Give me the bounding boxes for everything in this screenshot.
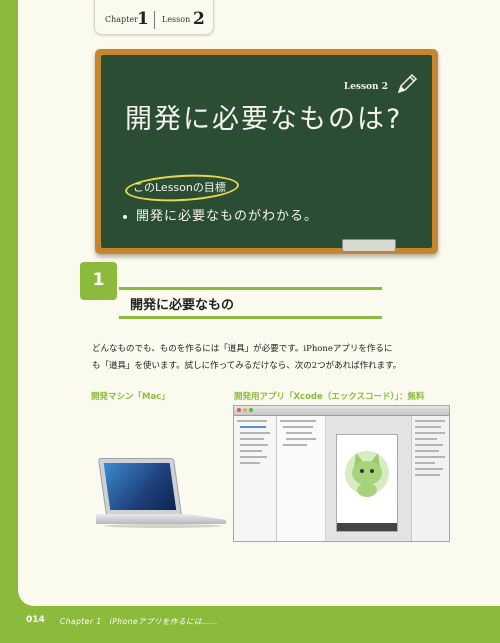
xcode-document-outline (277, 416, 326, 541)
section-title: 開発に必要なもの (130, 298, 235, 313)
chalk-eraser (342, 239, 396, 252)
page-number: 014 (26, 615, 45, 625)
cat-character-icon (345, 451, 389, 497)
tab-divider (154, 11, 155, 29)
paper-area: Chapter 1 Lesson 2 Lesson 2 開発に必要なものは? こ… (18, 0, 500, 606)
chapter-label: Chapter (105, 15, 138, 24)
macbook-base (96, 514, 226, 524)
body-line-1: どんなものでも、ものを作るには「道具」が必要です。iPhoneアプリを作るに (92, 344, 393, 354)
goal-item: 開発に必要なものがわかる。 (123, 205, 318, 224)
xcode-titlebar (234, 406, 449, 416)
mac-caption: 開発マシン「Mac」 (91, 392, 170, 402)
xcode-view-controller (336, 434, 398, 532)
body-paragraph: どんなものでも、ものを作るには「道具」が必要です。iPhoneアプリを作るに も… (92, 341, 402, 375)
macbook-screen (103, 463, 177, 510)
section-rule-bottom (119, 316, 382, 319)
lesson-label: Lesson (162, 15, 191, 24)
lesson-number: 2 (193, 9, 205, 29)
xcode-caption: 開発用アプリ「Xcode（エックスコード）」：無料 (234, 392, 425, 402)
page: Chapter 1 Lesson 2 Lesson 2 開発に必要なものは? こ… (0, 0, 500, 643)
chapter-tab: Chapter 1 Lesson 2 (94, 0, 214, 35)
goal-label: このLessonの目標 (133, 181, 226, 194)
footer-chapter-title: Chapter 1 iPhoneアプリを作るには…… (60, 617, 218, 626)
xcode-minimize-dot (243, 408, 247, 412)
chalkboard: Lesson 2 開発に必要なものは? このLessonの目標 開発に必要なもの… (95, 49, 438, 254)
bullet-dot (123, 214, 127, 219)
xcode-view-toolbar (337, 523, 397, 531)
section-rule-top (119, 287, 382, 290)
section-number-badge: 1 (80, 262, 117, 300)
macbook-shadow (104, 524, 222, 528)
xcode-screenshot (233, 405, 450, 542)
section-number: 1 (92, 270, 105, 290)
xcode-inspector (411, 416, 449, 541)
xcode-zoom-dot (249, 408, 253, 412)
macbook-lid (97, 458, 183, 516)
body-line-2: も「道具」を使います。試しに作ってみるだけなら、次の2つがあれば作れます。 (92, 361, 402, 371)
pencil-icon (397, 73, 418, 94)
xcode-storyboard-canvas (326, 416, 411, 541)
chapter-number: 1 (137, 9, 149, 29)
xcode-navigator (234, 416, 277, 541)
board-lesson-tag: Lesson 2 (343, 82, 388, 92)
board-title: 開発に必要なものは? (125, 104, 403, 135)
goal-item-text: 開発に必要なものがわかる。 (136, 209, 319, 224)
chalkboard-surface: Lesson 2 開発に必要なものは? このLessonの目標 開発に必要なもの… (101, 55, 432, 252)
macbook-image (96, 458, 226, 533)
xcode-close-dot (237, 408, 241, 412)
